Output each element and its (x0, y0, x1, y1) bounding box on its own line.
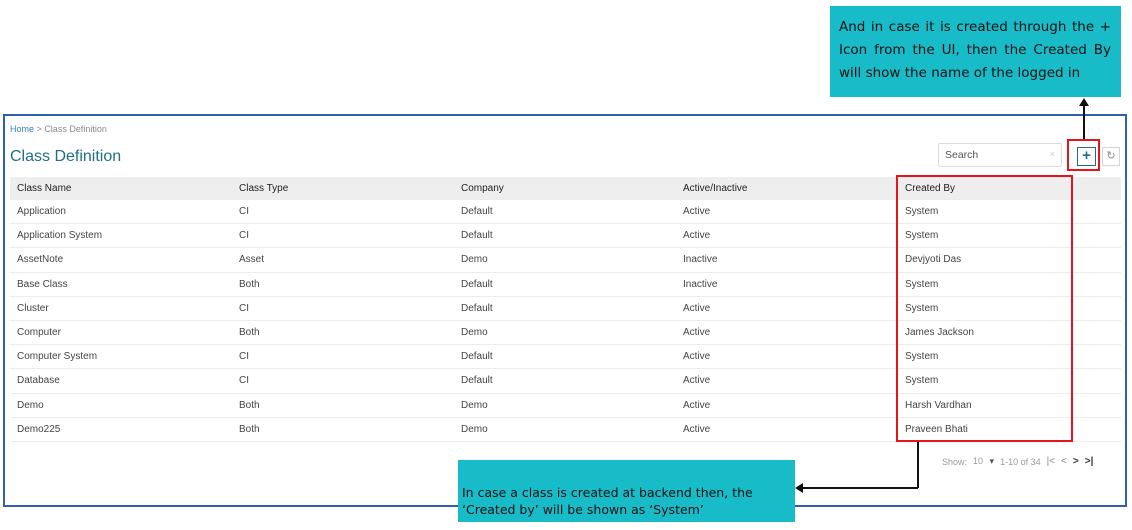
breadcrumb: Home > Class Definition (10, 124, 107, 134)
cell-class-name: Demo225 (17, 423, 61, 435)
cell-company: Demo (461, 254, 488, 266)
column-header-active-inactive[interactable]: Active/Inactive (676, 183, 898, 194)
search-box: × (938, 143, 1062, 167)
cell-class-name: AssetNote (17, 254, 64, 266)
first-page-icon[interactable]: |< (1047, 456, 1055, 467)
cell-company: Default (461, 230, 493, 242)
show-label: Show: (942, 456, 968, 467)
cell-status: Inactive (683, 278, 718, 290)
connector-line-horizontal-bottom (800, 487, 918, 489)
column-header-class-name[interactable]: Class Name (10, 183, 232, 194)
cell-class-name: Demo (17, 399, 44, 411)
cell-company: Default (461, 206, 493, 218)
cell-class-name: Base Class (17, 278, 68, 290)
cell-class-name: Computer System (17, 351, 98, 363)
cell-class-type: CI (239, 351, 249, 363)
annotation-callout-bottom: In case a class is created at backend th… (458, 460, 795, 522)
cell-status: Active (683, 206, 711, 218)
cell-class-type: Both (239, 423, 260, 435)
cell-status: Active (683, 375, 711, 387)
cell-class-type: Both (239, 327, 260, 339)
breadcrumb-current: Class Definition (44, 124, 107, 134)
page-size-value: 10 (973, 456, 984, 466)
cell-class-name: Cluster (17, 302, 49, 314)
cell-company: Default (461, 302, 493, 314)
cell-company: Demo (461, 399, 488, 411)
page-size-select[interactable]: 10 ▾ (973, 456, 994, 467)
cell-status: Active (683, 230, 711, 242)
chevron-down-icon: ▾ (989, 456, 995, 466)
connector-line-vertical-top (1083, 104, 1085, 139)
cell-status: Active (683, 399, 711, 411)
cell-class-name: Database (17, 375, 60, 387)
cell-status: Active (683, 302, 711, 314)
cell-company: Default (461, 278, 493, 290)
cell-class-type: CI (239, 375, 249, 387)
connector-line-vertical-bottom (917, 442, 919, 488)
cell-class-name: Computer (17, 327, 61, 339)
cell-status: Active (683, 327, 711, 339)
arrow-up-icon (1079, 98, 1089, 106)
column-header-class-type[interactable]: Class Type (232, 183, 454, 194)
clear-icon[interactable]: × (1050, 149, 1055, 159)
cell-class-type: Asset (239, 254, 265, 266)
page-title: Class Definition (10, 148, 122, 165)
refresh-button[interactable]: ↻ (1102, 147, 1120, 166)
cell-status: Active (683, 423, 711, 435)
pagination: Show: 10 ▾ 1-10 of 34 |< < > >| (942, 456, 1093, 467)
last-page-icon[interactable]: >| (1085, 456, 1094, 467)
cell-company: Default (461, 351, 493, 363)
breadcrumb-home-link[interactable]: Home (10, 124, 34, 134)
next-page-icon[interactable]: > (1073, 456, 1079, 467)
cell-class-type: CI (239, 206, 249, 218)
refresh-icon: ↻ (1106, 150, 1116, 162)
cell-company: Demo (461, 327, 488, 339)
cell-class-type: CI (239, 230, 249, 242)
cell-status: Active (683, 351, 711, 363)
cell-class-type: CI (239, 302, 249, 314)
cell-class-type: Both (239, 278, 260, 290)
cell-company: Demo (461, 423, 488, 435)
page-range: 1-10 of 34 (1000, 456, 1041, 467)
cell-class-name: Application System (17, 230, 103, 242)
arrow-left-icon (795, 483, 803, 493)
cell-class-name: Application (17, 206, 66, 218)
cell-company: Default (461, 375, 493, 387)
cell-status: Inactive (683, 254, 718, 266)
highlight-created-by-column (896, 175, 1073, 442)
search-input[interactable] (945, 147, 1045, 163)
cell-class-type: Both (239, 399, 260, 411)
highlight-add-button (1067, 139, 1100, 171)
annotation-callout-top: And in case it is created through the + … (830, 6, 1121, 97)
breadcrumb-separator: > (36, 124, 42, 134)
column-header-company[interactable]: Company (454, 183, 676, 194)
prev-page-icon[interactable]: < (1061, 456, 1067, 467)
